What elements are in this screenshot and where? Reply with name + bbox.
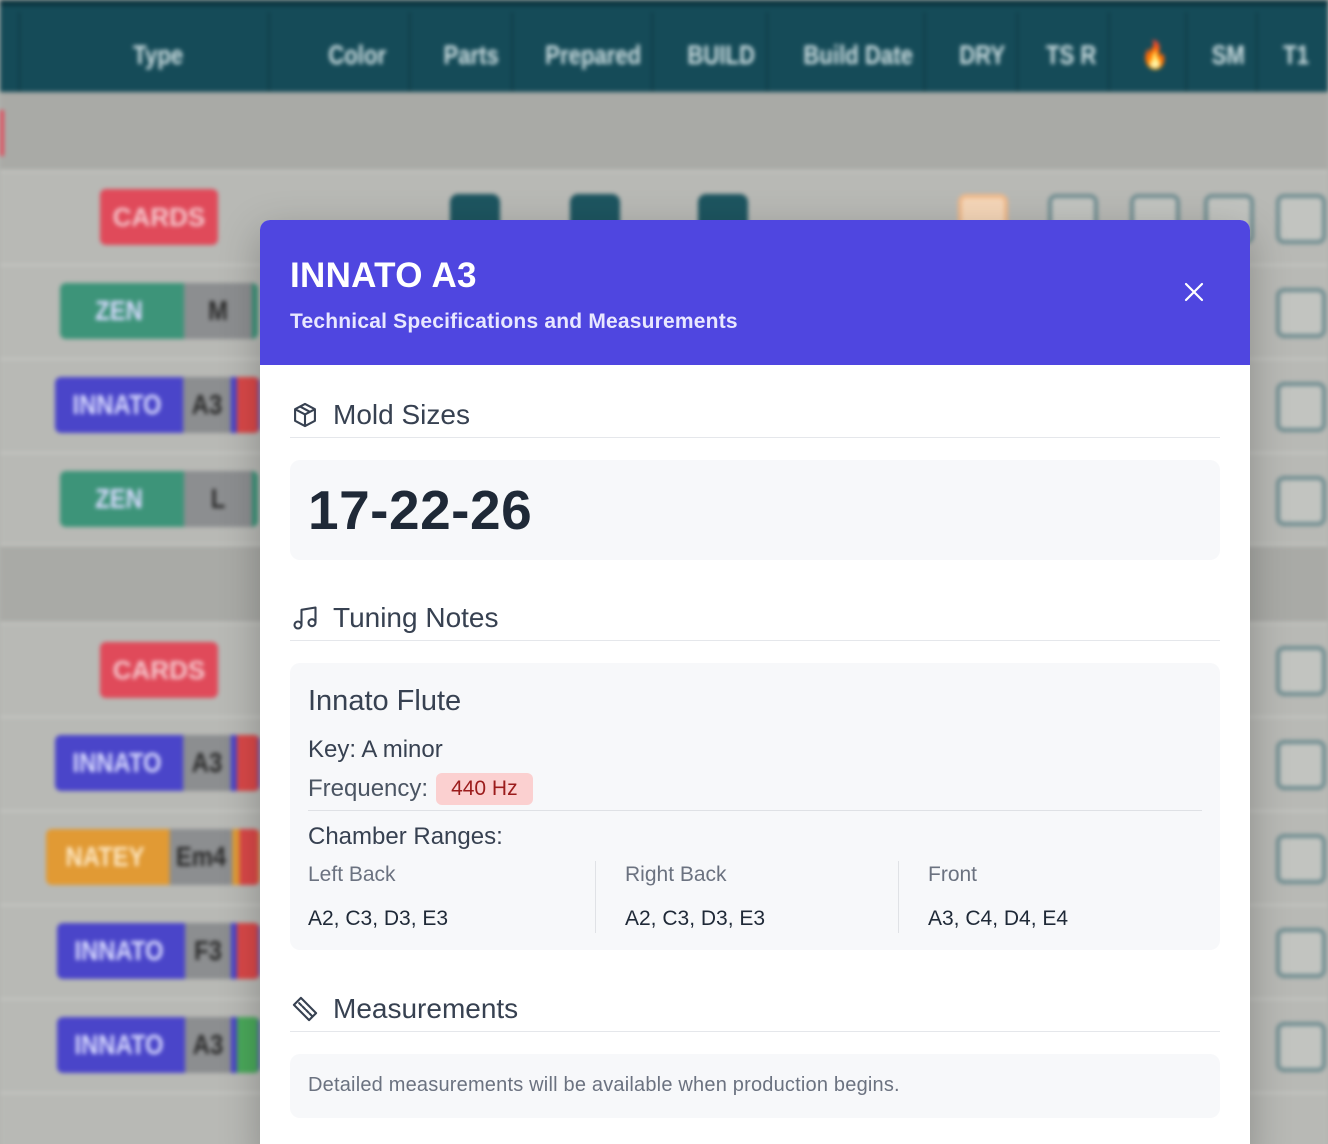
type-pill[interactable]: INNATO F3	[57, 923, 260, 979]
music-note-icon	[290, 603, 320, 633]
type-label: INNATO	[74, 1029, 164, 1060]
mold-sizes-heading: Mold Sizes	[333, 398, 470, 430]
type-pill[interactable]: INNATO A3	[55, 735, 260, 791]
measurements-placeholder-text: Detailed measurements will be available …	[308, 1074, 900, 1096]
column-header-sm[interactable]: SM	[1200, 12, 1258, 98]
type-pill[interactable]: NATEY Em4	[46, 829, 260, 885]
frequency-row: Frequency: 440 Hz	[308, 773, 533, 805]
chamber-ranges-heading: Chamber Ranges:	[308, 823, 503, 850]
chamber-front: Front A3, C4, D4, E4	[928, 861, 1198, 933]
type-label: INNATO	[72, 389, 162, 420]
status-flag	[236, 1017, 259, 1073]
checkbox[interactable]	[1276, 1022, 1326, 1072]
tuning-notes-section-header: Tuning Notes	[290, 595, 1220, 641]
status-flag	[236, 735, 259, 791]
chamber-label: Right Back	[625, 863, 727, 886]
row-marker	[0, 110, 4, 156]
frequency-badge: 440 Hz	[436, 773, 533, 805]
column-header-type[interactable]: Type	[48, 12, 270, 98]
chamber-label: Front	[928, 863, 978, 886]
checkbox[interactable]	[1276, 194, 1326, 244]
key-text: Key: A minor	[308, 736, 443, 763]
chamber-left-back: Left Back A2, C3, D3, E3	[308, 861, 578, 933]
type-label: INNATO	[72, 747, 162, 778]
cards-tag[interactable]: CARDS	[100, 189, 218, 245]
checkbox[interactable]	[1276, 928, 1326, 978]
status-flag	[236, 923, 259, 979]
chamber-label: Left Back	[308, 863, 396, 886]
column-divider	[595, 861, 596, 933]
modal-subtitle: Technical Specifications and Measurement…	[290, 310, 738, 333]
close-button[interactable]	[1174, 272, 1214, 312]
tuning-notes-panel: Innato Flute Key: A minor Frequency: 440…	[290, 663, 1220, 950]
size-label: A3	[185, 1017, 231, 1073]
column-header-dry[interactable]: DRY	[948, 12, 1019, 98]
size-label: M	[184, 283, 252, 339]
size-label: A3	[183, 735, 231, 791]
type-label: NATEY	[65, 841, 145, 872]
mold-sizes-section-header: Mold Sizes	[290, 392, 1220, 438]
measurements-heading: Measurements	[333, 992, 519, 1024]
type-label: INNATO	[74, 935, 164, 966]
instrument-name: Innato Flute	[308, 685, 462, 717]
size-label: Em4	[169, 829, 233, 885]
checkbox[interactable]	[1276, 288, 1326, 338]
type-pill[interactable]: INNATO A3	[57, 1017, 260, 1073]
type-pill[interactable]: ZEN L	[60, 471, 258, 527]
chamber-right-back: Right Back A2, C3, D3, E3	[625, 861, 895, 933]
cube-icon	[290, 400, 320, 430]
column-header-fire[interactable]: 🔥	[1125, 12, 1188, 98]
measurements-panel: Detailed measurements will be available …	[290, 1054, 1220, 1118]
modal-title: INNATO A3	[290, 256, 477, 295]
chamber-notes: A2, C3, D3, E3	[308, 907, 449, 930]
column-header-build[interactable]: BUILD	[676, 12, 768, 98]
table-section-row	[0, 92, 1328, 172]
column-header-t1[interactable]: T1	[1270, 12, 1322, 98]
size-label: A3	[183, 377, 231, 433]
modal-header: INNATO A3 Technical Specifications and M…	[260, 220, 1250, 365]
column-header-tsr[interactable]: TS R	[1034, 12, 1110, 98]
type-label: ZEN	[95, 483, 143, 514]
chamber-notes: A2, C3, D3, E3	[625, 907, 766, 930]
tuning-notes-heading: Tuning Notes	[333, 601, 499, 633]
spec-modal: INNATO A3 Technical Specifications and M…	[260, 220, 1250, 1144]
cards-tag[interactable]: CARDS	[100, 642, 218, 698]
table-header: Type Color Parts Prepared BUILD Build Da…	[0, 0, 1328, 98]
checkbox[interactable]	[1276, 382, 1326, 432]
checkbox[interactable]	[1276, 476, 1326, 526]
status-flag	[239, 829, 259, 885]
checkbox[interactable]	[1276, 740, 1326, 790]
column-header-parts[interactable]: Parts	[431, 12, 513, 98]
column-divider	[898, 861, 899, 933]
type-label: ZEN	[95, 295, 143, 326]
mold-size-value: 17-22-26	[308, 479, 533, 541]
type-pill[interactable]: INNATO A3	[55, 377, 260, 433]
type-pill[interactable]: ZEN M	[60, 283, 258, 339]
status-flag	[236, 377, 259, 433]
checkbox[interactable]	[1276, 834, 1326, 884]
close-icon	[1184, 282, 1204, 302]
column-header-build-date[interactable]: Build Date	[793, 12, 926, 98]
ruler-icon	[290, 994, 320, 1024]
chamber-notes: A3, C4, D4, E4	[928, 907, 1069, 930]
column-header-prepared[interactable]: Prepared	[535, 12, 654, 98]
size-label: F3	[185, 923, 231, 979]
mold-sizes-panel: 17-22-26	[290, 460, 1220, 560]
frequency-label: Frequency:	[308, 775, 429, 802]
column-header-partial	[0, 12, 21, 98]
size-label: L	[184, 471, 252, 527]
checkbox[interactable]	[1276, 646, 1326, 696]
column-header-color[interactable]: Color	[306, 12, 411, 98]
divider	[308, 810, 1202, 811]
measurements-section-header: Measurements	[290, 986, 1220, 1032]
